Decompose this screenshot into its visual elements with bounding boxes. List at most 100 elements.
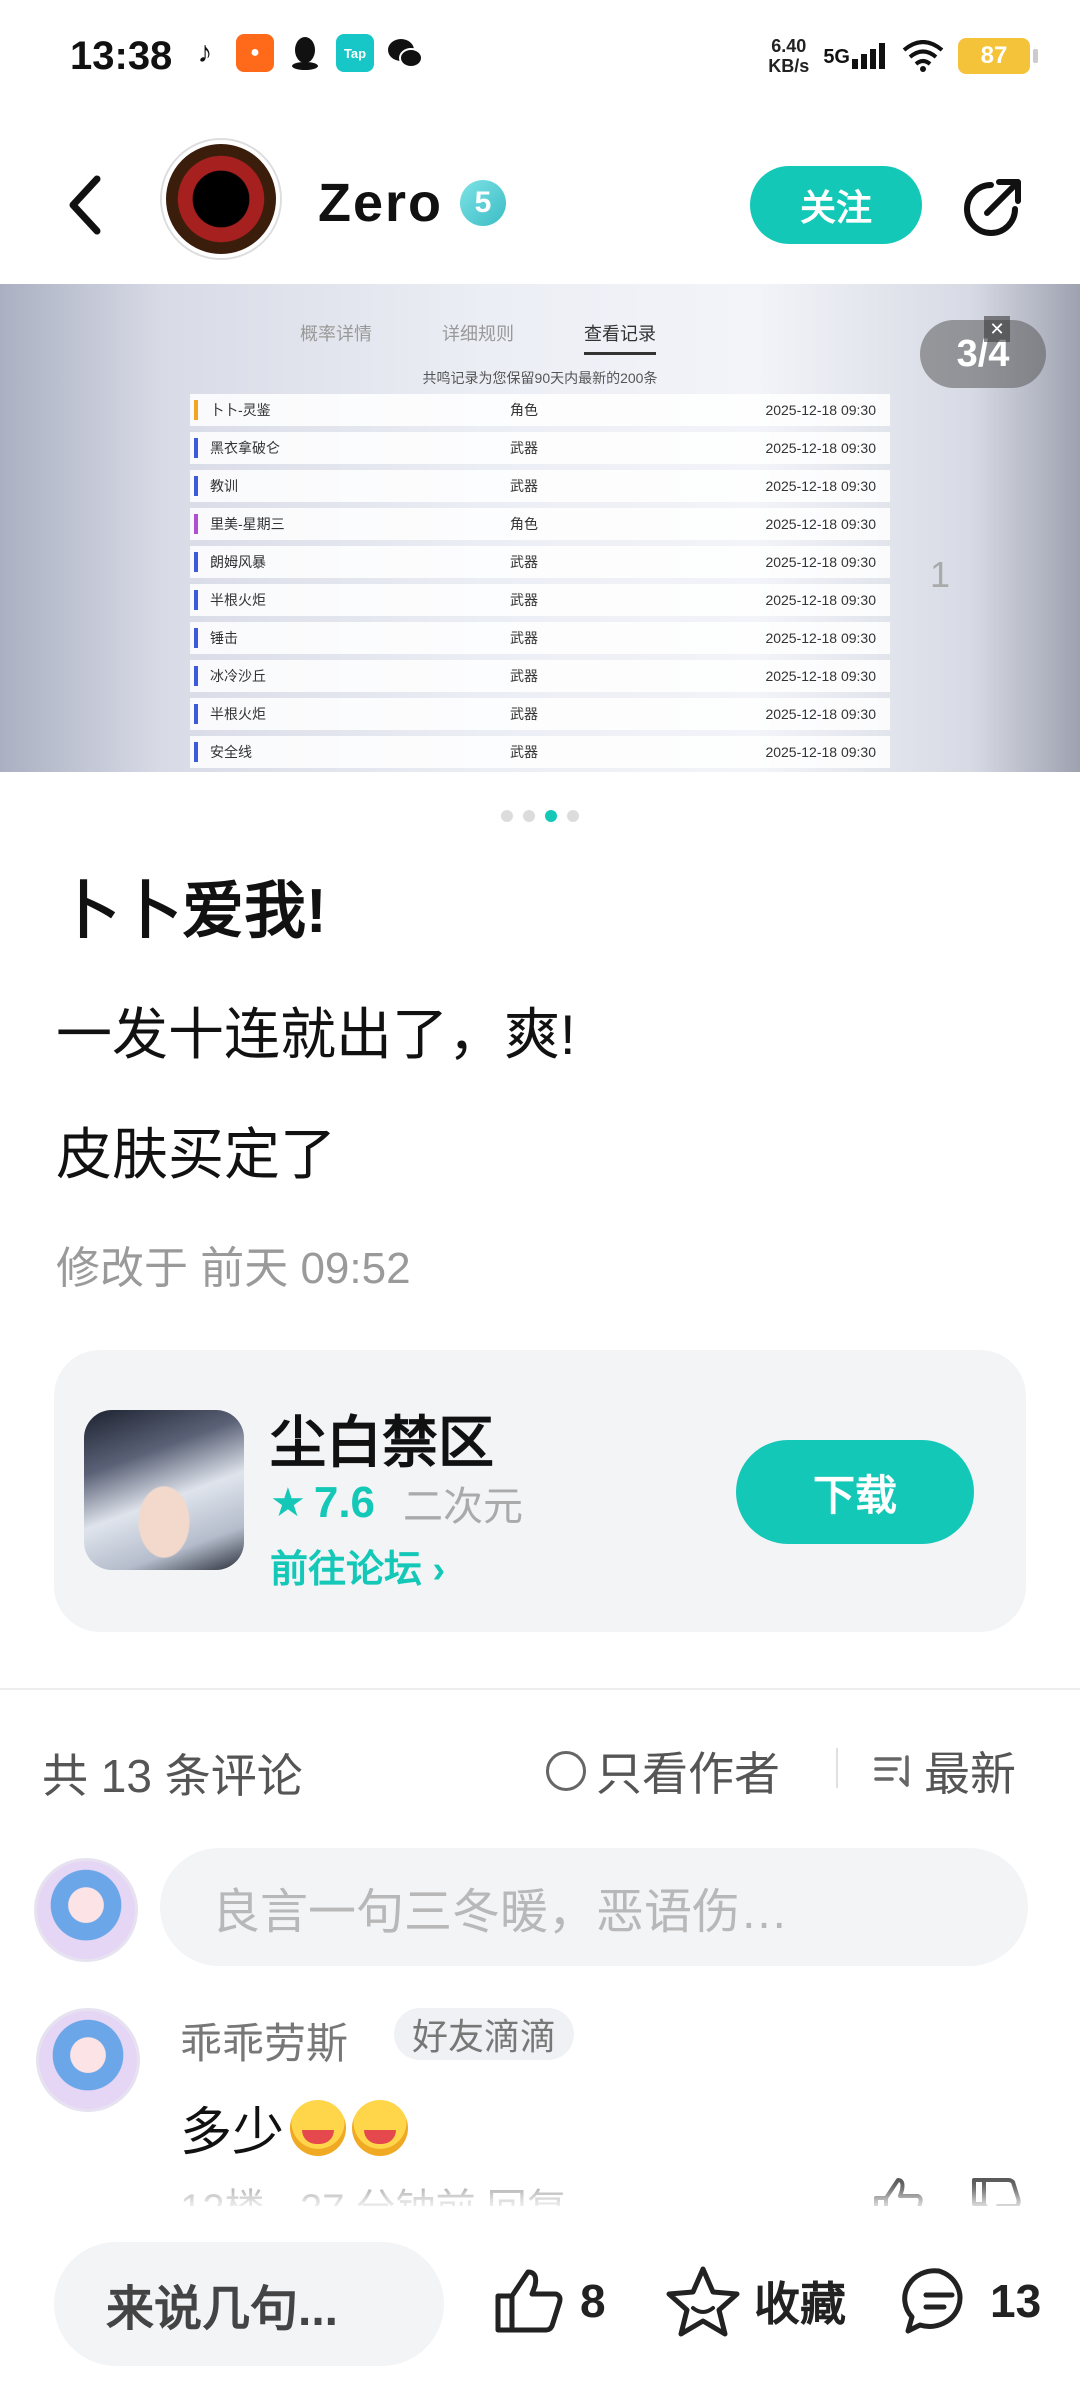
emoji-icon xyxy=(352,2099,409,2156)
close-icon: ✕ xyxy=(984,316,1010,342)
back-button[interactable] xyxy=(50,170,120,240)
rarity-bar xyxy=(194,704,198,724)
carousel-dot[interactable] xyxy=(567,810,579,822)
star-icon xyxy=(664,2262,742,2340)
record-time: 2025-12-18 09:30 xyxy=(765,402,876,418)
record-name: 里美-星期三 xyxy=(210,516,285,532)
comment-count: 13 xyxy=(990,2275,1042,2327)
rarity-bar xyxy=(194,476,198,496)
reply-input[interactable]: 来说几句... xyxy=(54,2242,444,2366)
record-name: 锤击 xyxy=(210,630,238,646)
status-app-icons: ♪ ● Tap xyxy=(186,34,424,72)
author-only-label: 只看作者 xyxy=(596,1748,780,1800)
share-icon xyxy=(964,179,1021,236)
record-time: 2025-12-18 09:30 xyxy=(765,440,876,456)
list-item: 锤击 武器 2025-12-18 09:30 xyxy=(190,622,890,654)
post-header: Zero 5 关注 xyxy=(0,140,1080,270)
record-type: 武器 xyxy=(510,706,538,722)
gacha-record-list: 卜卜-灵鉴 角色 2025-12-18 09:30 黑衣拿破仑 武器 2025-12-1… xyxy=(190,394,890,772)
record-time: 2025-12-18 09:30 xyxy=(765,478,876,494)
follow-button[interactable]: 关注 xyxy=(750,166,922,244)
signal-icon: 5G xyxy=(823,43,888,69)
commenter-name[interactable]: 乖乖劳斯 xyxy=(180,2010,348,2071)
record-type: 角色 xyxy=(510,516,538,532)
list-item: 半根火炬 武器 2025-12-18 09:30 xyxy=(190,698,890,730)
rarity-bar xyxy=(194,438,198,458)
commenter-avatar[interactable] xyxy=(36,2008,140,2112)
game-name[interactable]: 尘白禁区 xyxy=(270,1398,494,1479)
screenshot-tab: 概率详情 xyxy=(300,324,372,344)
tiktok-icon: ♪ xyxy=(197,36,213,69)
comment-icon xyxy=(900,2262,978,2340)
record-type: 角色 xyxy=(510,402,538,418)
divider xyxy=(0,1688,1080,1690)
rating-value: 7.6 xyxy=(313,1478,376,1527)
net-speed: 6.40 KB/s xyxy=(768,36,809,76)
comment-input[interactable]: 良言一句三冬暖，恶语伤… xyxy=(160,1848,1028,1966)
emoji-icon xyxy=(290,2099,347,2156)
post-body-line: 一发十连就出了，爽! xyxy=(56,1003,576,1066)
post-modified-time: 修改于 前天 09:52 xyxy=(56,1244,411,1293)
list-item: 卜卜-灵鉴 角色 2025-12-18 09:30 xyxy=(190,394,890,426)
rarity-bar xyxy=(194,590,198,610)
record-type: 武器 xyxy=(510,744,538,760)
record-time: 2025-12-18 09:30 xyxy=(765,554,876,570)
post-body-line: 皮肤买定了 xyxy=(56,1123,336,1186)
screenshot-tab: 详细规则 xyxy=(442,324,514,344)
radio-icon xyxy=(546,1751,586,1791)
net-speed-unit: KB/s xyxy=(768,56,810,76)
list-item: 朗姆风暴 武器 2025-12-18 09:30 xyxy=(190,546,890,578)
image-carousel[interactable]: 概率详情 详细规则 查看记录 共鸣记录为您保留90天内最新的200条 卜卜-灵鉴… xyxy=(0,284,1080,772)
status-bar: 13:38 ♪ ● Tap 6.40 KB/s 5G 87 xyxy=(0,0,1080,115)
game-card[interactable]: 尘白禁区 ★ 7.6 二次元 前往论坛 › 下载 xyxy=(54,1350,1026,1632)
record-time: 2025-12-18 09:30 xyxy=(765,668,876,684)
rarity-bar xyxy=(194,628,198,648)
carousel-dot-active[interactable] xyxy=(545,810,557,822)
record-type: 武器 xyxy=(510,630,538,646)
record-time: 2025-12-18 09:30 xyxy=(765,630,876,646)
game-icon[interactable] xyxy=(84,1410,244,1570)
comment-button[interactable]: 13 xyxy=(900,2262,1041,2340)
taptap-icon: Tap xyxy=(336,34,374,72)
screenshot-note: 共鸣记录为您保留90天内最新的200条 xyxy=(422,370,658,386)
record-name: 教训 xyxy=(210,478,238,494)
like-button[interactable]: 8 xyxy=(490,2262,606,2340)
battery-indicator: 87 xyxy=(958,38,1038,74)
share-button[interactable] xyxy=(954,170,1030,246)
screenshot-tabs: 概率详情 详细规则 查看记录 xyxy=(300,320,656,355)
rarity-bar xyxy=(194,742,198,762)
author-name[interactable]: Zero xyxy=(318,172,443,234)
author-level-badge: 5 xyxy=(460,180,506,226)
star-icon: ★ xyxy=(270,1481,306,1525)
list-item: 冰冷沙丘 武器 2025-12-18 09:30 xyxy=(190,660,890,692)
rarity-bar xyxy=(194,514,198,534)
favorite-button[interactable]: 收藏 xyxy=(664,2262,846,2340)
chevron-left-icon xyxy=(69,175,101,235)
record-time: 2025-12-18 09:30 xyxy=(765,706,876,722)
forum-link[interactable]: 前往论坛 › xyxy=(270,1538,445,1593)
list-item: 教训 武器 2025-12-18 09:30 xyxy=(190,470,890,502)
list-item: 里美-星期三 角色 2025-12-18 09:30 xyxy=(190,508,890,540)
record-type: 武器 xyxy=(510,668,538,684)
carousel-dot[interactable] xyxy=(523,810,535,822)
list-item: 安全线 武器 2025-12-18 09:30 xyxy=(190,736,890,768)
list-item: 半根火炬 武器 2025-12-18 09:30 xyxy=(190,584,890,616)
carousel-dots xyxy=(0,810,1080,822)
post-title: 卜卜爱我! xyxy=(58,877,327,946)
game-tag: 二次元 xyxy=(403,1485,524,1529)
sort-button[interactable]: 最新 xyxy=(874,1738,1016,1804)
download-button[interactable]: 下载 xyxy=(736,1440,974,1544)
record-time: 2025-12-18 09:30 xyxy=(765,516,876,532)
record-name: 朗姆风暴 xyxy=(210,554,266,570)
status-right: 6.40 KB/s 5G 87 xyxy=(768,36,1038,76)
like-count: 8 xyxy=(580,2275,606,2327)
author-avatar[interactable] xyxy=(162,140,280,258)
game-rating: ★ 7.6 二次元 xyxy=(270,1474,523,1532)
image-page-counter: 3/4 xyxy=(920,320,1046,388)
record-name: 安全线 xyxy=(210,744,252,760)
carousel-dot[interactable] xyxy=(501,810,513,822)
sort-label: 最新 xyxy=(924,1748,1016,1800)
sort-icon xyxy=(874,1755,909,1787)
author-only-toggle[interactable]: 只看作者 xyxy=(546,1738,780,1804)
commenter-badge: 好友滴滴 xyxy=(394,2008,575,2060)
